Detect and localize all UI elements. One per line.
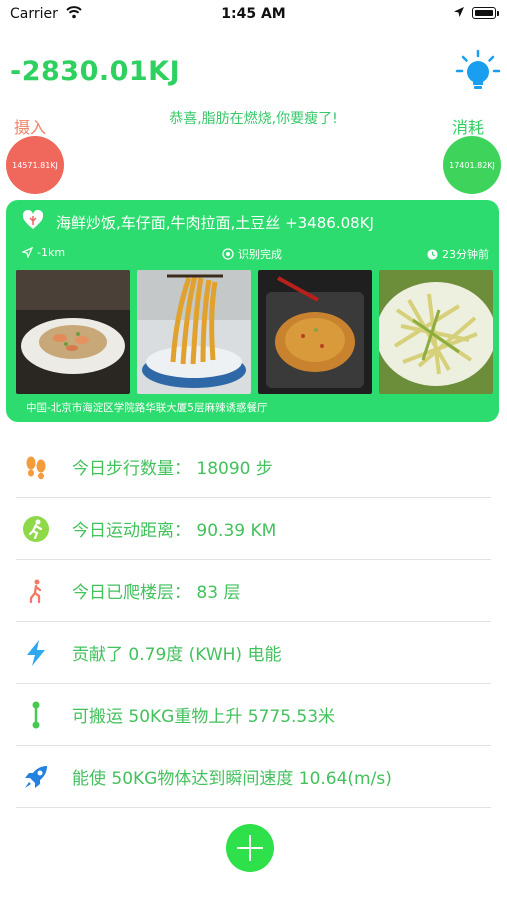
time-info: 23分钟前 (427, 246, 489, 262)
distance-info: -1km (22, 246, 65, 259)
burn-circle[interactable]: 17401.82KJ (443, 136, 501, 194)
rocket-icon (22, 763, 50, 791)
recognition-text: 识别完成 (238, 248, 282, 261)
status-bar: Carrier 1:45 AM (0, 0, 507, 28)
stats-list: 今日步行数量： 18090 步 今日运动距离： 90.39 KM 今日已爬楼层：… (16, 436, 491, 808)
stat-text: 贡献了 0.79度 (KWH) 电能 (72, 645, 282, 665)
intake-circle[interactable]: 14571.81KJ (6, 136, 64, 194)
battery-icon (472, 7, 499, 19)
net-energy: -2830.01KJ (10, 56, 181, 87)
list-item[interactable]: 今日已爬楼层： 83 层 (16, 560, 491, 622)
time-ago-text: 23分钟前 (442, 248, 489, 261)
clock-icon (427, 248, 438, 260)
list-item[interactable]: 今日步行数量： 18090 步 (16, 436, 491, 498)
meal-photos (16, 270, 493, 394)
lightning-icon (22, 639, 50, 667)
stat-text: 能使 50KG物体达到瞬间速度 10.64(m/s) (72, 769, 392, 789)
list-item[interactable]: 可搬运 50KG重物上升 5775.53米 (16, 684, 491, 746)
intake-label: 摄入 (14, 118, 47, 137)
list-item[interactable]: 今日运动距离： 90.39 KM (16, 498, 491, 560)
meal-card[interactable]: 海鲜炒饭,车仔面,牛肉拉面,土豆丝 +3486.08KJ -1km 识别完成 2… (6, 200, 499, 422)
list-item[interactable]: 能使 50KG物体达到瞬间速度 10.64(m/s) (16, 746, 491, 808)
heart-icon (22, 210, 44, 229)
potato-shreds-photo[interactable] (379, 270, 493, 394)
intake-value: 14571.81KJ (12, 160, 58, 170)
runner-icon (22, 515, 50, 543)
stat-text: 今日已爬楼层： 83 层 (72, 583, 241, 603)
recognition-icon (222, 248, 234, 260)
stat-text: 今日运动距离： 90.39 KM (72, 521, 277, 541)
burn-value: 17401.82KJ (449, 160, 495, 170)
stat-text: 今日步行数量： 18090 步 (72, 459, 273, 479)
stat-text: 可搬运 50KG重物上升 5775.53米 (72, 707, 336, 727)
restaurant-address: 中国-北京市海淀区学院路华联大厦5层麻辣诱惑餐厅 (26, 402, 268, 414)
recognition-info: 识别完成 (222, 246, 282, 262)
list-item[interactable]: 贡献了 0.79度 (KWH) 电能 (16, 622, 491, 684)
vertical-distance-icon (22, 701, 50, 729)
burn-label: 消耗 (452, 118, 485, 137)
noodles-photo[interactable] (137, 270, 251, 394)
footprints-icon (22, 453, 50, 481)
seafood-fried-rice-photo[interactable] (16, 270, 130, 394)
navigation-icon (22, 247, 33, 258)
status-message: 恭喜,脂肪在燃烧,你要瘦了! (169, 111, 338, 127)
clock: 1:45 AM (221, 6, 286, 22)
distance-text: -1km (37, 246, 66, 259)
lightbulb-icon[interactable] (454, 48, 502, 96)
location-arrow-icon (454, 7, 464, 17)
meal-foods: 海鲜炒饭,车仔面,牛肉拉面,土豆丝 +3486.08KJ (56, 214, 374, 232)
fried-rice-photo[interactable] (258, 270, 372, 394)
add-button[interactable] (226, 824, 274, 872)
stair-climber-icon (22, 577, 50, 605)
